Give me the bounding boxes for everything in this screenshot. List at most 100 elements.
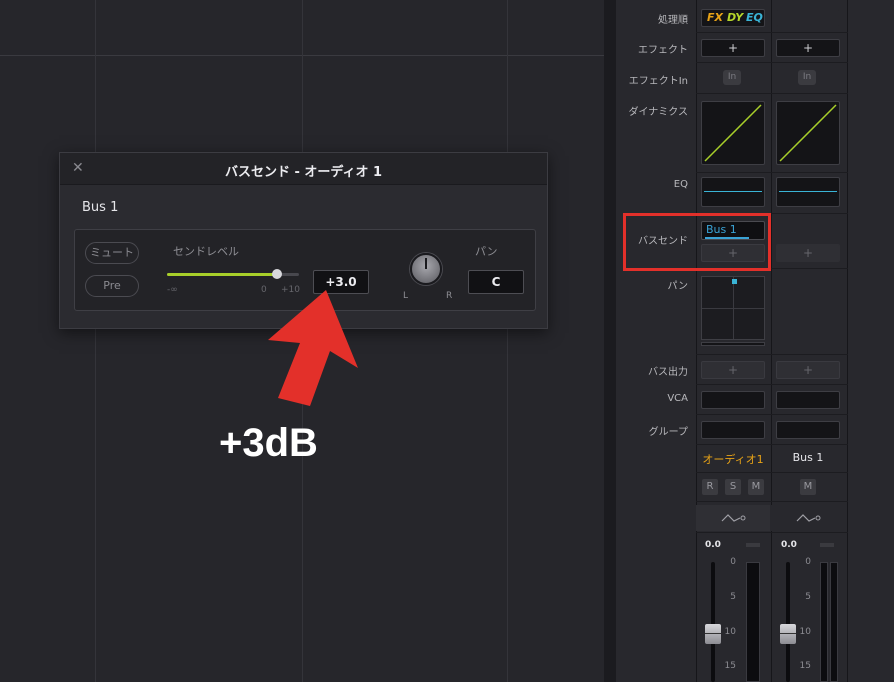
fader-handle-audio1[interactable] (705, 624, 721, 644)
solo-button[interactable]: S (725, 479, 741, 495)
pan-knob[interactable] (410, 253, 442, 285)
vca-slot-bus[interactable] (776, 391, 840, 409)
pan-label: パン (475, 245, 498, 258)
effects-in-button-bus[interactable]: In (798, 70, 816, 85)
add-bus-out-button[interactable]: + (701, 361, 765, 379)
dialog-title: バスセンド - オーディオ 1 (224, 165, 383, 180)
send-level-handle[interactable] (271, 269, 282, 279)
fader-value-bus1: 0.0 (781, 540, 797, 550)
group-slot-bus[interactable] (776, 421, 840, 439)
pan-crosshair (733, 277, 734, 339)
fader-scale-label: 0 (805, 557, 811, 567)
fader-scale-label: 10 (799, 627, 811, 637)
row-label-vca: VCA (667, 393, 688, 404)
pan-left-label: L (403, 291, 409, 301)
dialog-header: ✕ バスセンド - オーディオ 1 (60, 153, 547, 185)
row-label-group: グループ (648, 427, 688, 438)
pan-bar (701, 342, 765, 346)
fader-scale-label: 10 (724, 627, 736, 637)
dynamics-curve-icon (779, 104, 837, 162)
row-divider (696, 472, 848, 473)
row-divider (696, 354, 848, 355)
row-label-pan: パン (667, 281, 689, 292)
mute-button[interactable]: M (748, 479, 764, 495)
grid-line (507, 0, 508, 682)
add-bus-send-button-bus[interactable]: + (776, 244, 840, 262)
group-slot[interactable] (701, 421, 765, 439)
row-label-effects: エフェクト (638, 45, 688, 56)
eq-graph-bus[interactable] (776, 177, 840, 207)
row-divider (696, 32, 848, 33)
vca-slot[interactable] (701, 391, 765, 409)
grid-line (95, 0, 96, 682)
send-level-slider[interactable] (167, 269, 299, 279)
row-divider (696, 532, 848, 533)
level-meter (820, 562, 828, 682)
row-label-bus-out: バス出力 (648, 367, 688, 378)
fader-scale-label: 5 (730, 592, 736, 602)
row-label-eq: EQ (673, 179, 688, 190)
bus-send-highlight (623, 213, 771, 271)
column-divider (771, 0, 772, 682)
knob-indicator (425, 258, 427, 269)
automation-icon (796, 514, 821, 522)
column-divider (696, 0, 697, 682)
mute-button[interactable]: ミュート (85, 242, 139, 264)
row-divider (696, 172, 848, 173)
fader-handle-bus1[interactable] (780, 624, 796, 644)
add-effect-button[interactable]: + (701, 39, 765, 57)
meter-peak (746, 543, 760, 547)
fader-track (786, 562, 790, 682)
meter-peak (820, 543, 834, 547)
fader-track (711, 562, 715, 682)
add-bus-out-button-bus[interactable]: + (776, 361, 840, 379)
effects-in-button[interactable]: In (723, 70, 741, 85)
row-divider (696, 501, 848, 502)
track-name-bus1[interactable]: Bus 1 (773, 451, 843, 464)
pre-button[interactable]: Pre (85, 275, 139, 297)
panel-separator (604, 0, 616, 682)
mute-button-bus[interactable]: M (800, 479, 816, 495)
fader-scale-label: 5 (805, 592, 811, 602)
level-meter (830, 562, 838, 682)
mixer-label-column: 処理順 エフェクト エフェクトIn ダイナミクス EQ バスセンド パン バス出… (616, 0, 696, 682)
row-divider (696, 444, 848, 445)
automation-icon (721, 514, 746, 522)
send-level-label: センドレベル (173, 245, 239, 258)
slider-tick-min: -∞ (167, 285, 178, 295)
eq-tag: EQ (746, 11, 763, 24)
plus-icon: + (727, 41, 739, 55)
fader-value-audio1: 0.0 (705, 540, 721, 550)
fader-scale-label: 15 (799, 661, 811, 671)
row-divider (696, 384, 848, 385)
annotation-label: +3dB (219, 421, 318, 465)
track-name-audio1[interactable]: オーディオ1 (698, 451, 768, 467)
automation-button-bus[interactable] (771, 505, 845, 531)
eq-graph[interactable] (701, 177, 765, 207)
processing-order-cell[interactable]: FX DY EQ (701, 9, 765, 27)
row-label-dynamics: ダイナミクス (628, 107, 689, 118)
automation-button[interactable] (696, 505, 770, 531)
dynamics-graph[interactable] (701, 101, 765, 165)
row-divider (696, 62, 848, 63)
plus-icon: + (802, 246, 814, 260)
row-label-effects-in: エフェクトIn (628, 76, 688, 87)
pan-right-label: R (446, 291, 453, 301)
level-meter (746, 562, 760, 682)
eq-curve (704, 191, 762, 192)
dynamics-curve-icon (704, 104, 762, 162)
fx-tag: FX (707, 11, 723, 24)
pan-control[interactable] (701, 276, 765, 340)
annotation-arrow-icon (268, 290, 358, 406)
add-effect-button-bus[interactable]: + (776, 39, 840, 57)
pan-value-field[interactable]: C (468, 270, 524, 294)
send-level-fill (167, 273, 277, 276)
pan-position-dot (732, 279, 737, 284)
fader-scale-label: 0 (730, 557, 736, 567)
dynamics-graph-bus[interactable] (776, 101, 840, 165)
record-button[interactable]: R (702, 479, 718, 495)
column-divider (847, 0, 848, 682)
plus-icon: + (802, 363, 814, 377)
processing-order-cell-empty (776, 9, 840, 27)
row-divider (696, 93, 848, 94)
